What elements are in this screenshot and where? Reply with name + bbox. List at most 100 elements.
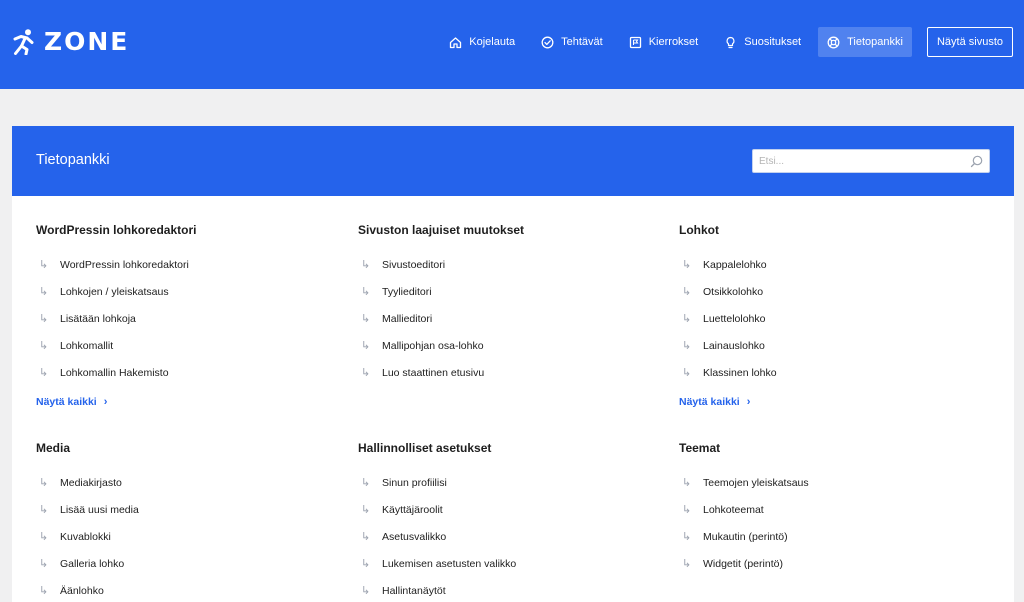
list-item-label: Kuvablokki — [60, 530, 111, 543]
list-item[interactable]: ↳ Lisätään lohkoja — [36, 305, 336, 332]
return-arrow-icon: ↳ — [361, 286, 371, 298]
nav-item-tehtavat[interactable]: Tehtävät — [532, 27, 612, 57]
section-list: ↳ Teemojen yleiskatsaus ↳ Lohkoteemat ↳ Muk… — [679, 469, 979, 577]
show-all-link[interactable]: Näytä kaikki › — [36, 396, 107, 408]
return-arrow-icon: ↳ — [682, 504, 692, 516]
list-item[interactable]: ↳ Käyttäjäroolit — [358, 496, 658, 523]
return-arrow-icon: ↳ — [39, 259, 49, 271]
list-item-label: Lohkojen / yleiskatsaus — [60, 285, 169, 298]
return-arrow-icon: ↳ — [39, 313, 49, 325]
list-item-label: Luettelolohko — [703, 312, 766, 325]
tour-icon — [629, 36, 641, 48]
section-list: ↳ Sinun profiilisi ↳ Käyttäjäroolit ↳ Asetu… — [358, 469, 658, 602]
section-title: WordPressin lohkoredaktori — [36, 223, 197, 237]
section-title: Sivuston laajuiset muutokset — [358, 223, 525, 237]
list-item-label: Mallieditori — [382, 312, 433, 325]
home-icon — [450, 36, 462, 48]
list-item[interactable]: ↳ Galleria lohko — [36, 550, 336, 577]
section-site-wide-changes: Sivuston laajuiset muutokset ↳ Sivustoedi… — [358, 222, 658, 386]
list-item-label: Teemojen yleiskatsaus — [703, 476, 809, 489]
list-item-label: Luo staattinen etusivu — [382, 366, 485, 379]
list-item[interactable]: ↳ Mallipohjan osa-lohko — [358, 332, 658, 359]
search-input[interactable] — [753, 150, 989, 172]
list-item-label: Lisätään lohkoja — [60, 312, 136, 325]
check-circle-icon — [541, 36, 554, 48]
return-arrow-icon: ↳ — [361, 558, 371, 570]
list-item[interactable]: ↳ Luettelolohko — [679, 305, 979, 332]
list-item[interactable]: ↳ Luo staattinen etusivu — [358, 359, 658, 386]
view-site-button[interactable]: Näytä sivusto — [926, 27, 1013, 57]
return-arrow-icon: ↳ — [682, 531, 692, 543]
panel-header: Tietopankki — [12, 126, 1014, 196]
list-item[interactable]: ↳ Klassinen lohko — [679, 359, 979, 386]
nav-item-suositukset[interactable]: Suositukset — [715, 27, 810, 57]
list-item[interactable]: ↳ Hallintanäytöt — [358, 577, 658, 602]
section-themes: Teemat ↳ Teemojen yleiskatsaus ↳ Lohkoteem… — [679, 440, 979, 577]
chevron-right-icon: › — [746, 396, 751, 408]
section-list: ↳ Mediakirjasto ↳ Lisää uusi media ↳ Kuvabl… — [36, 469, 336, 602]
section-title: Media — [36, 441, 71, 455]
section-list: ↳ Sivustoeditori ↳ Tyylieditori ↳ Malliedit… — [358, 251, 658, 386]
nav-item-kierrokset[interactable]: Kierrokset — [620, 27, 708, 57]
return-arrow-icon: ↳ — [39, 531, 49, 543]
list-item-label: Lohkomallin Hakemisto — [60, 366, 169, 379]
return-arrow-icon: ↳ — [39, 286, 49, 298]
page-title: Tietopankki — [36, 152, 110, 168]
return-arrow-icon: ↳ — [361, 367, 371, 379]
return-arrow-icon: ↳ — [682, 367, 692, 379]
list-item-label: Mediakirjasto — [60, 476, 122, 489]
logo[interactable]: ZONE — [12, 28, 129, 56]
list-item[interactable]: ↳ Otsikkolohko — [679, 278, 979, 305]
runner-icon — [13, 29, 34, 55]
return-arrow-icon: ↳ — [361, 340, 371, 352]
list-item[interactable]: ↳ Sinun profiilisi — [358, 469, 658, 496]
nav-item-label: Kierrokset — [648, 36, 699, 48]
list-item[interactable]: ↳ Mukautin (perintö) — [679, 523, 979, 550]
list-item-label: Widgetit (perintö) — [703, 557, 783, 570]
list-item[interactable]: ↳ Mediakirjasto — [36, 469, 336, 496]
return-arrow-icon: ↳ — [682, 313, 692, 325]
list-item[interactable]: ↳ Äänlohko — [36, 577, 336, 602]
chevron-right-icon: › — [103, 396, 108, 408]
search-icon[interactable] — [970, 155, 983, 168]
list-item[interactable]: ↳ Lisää uusi media — [36, 496, 336, 523]
nav-item-kojelauta[interactable]: Kojelauta — [440, 27, 524, 57]
list-item-label: Lisää uusi media — [60, 503, 139, 516]
show-all-link[interactable]: Näytä kaikki › — [679, 396, 750, 408]
list-item[interactable]: ↳ Lohkomallit — [36, 332, 336, 359]
list-item[interactable]: ↳ Lohkomallin Hakemisto — [36, 359, 336, 386]
list-item[interactable]: ↳ Lohkojen / yleiskatsaus — [36, 278, 336, 305]
list-item-label: Lohkoteemat — [703, 503, 764, 516]
list-item[interactable]: ↳ Teemojen yleiskatsaus — [679, 469, 979, 496]
list-item-label: Lohkomallit — [60, 339, 114, 352]
list-item[interactable]: ↳ Kappalelohko — [679, 251, 979, 278]
return-arrow-icon: ↳ — [39, 477, 49, 489]
return-arrow-icon: ↳ — [39, 558, 49, 570]
list-item-label: WordPressin lohkoredaktori — [60, 258, 189, 271]
list-item[interactable]: ↳ Tyylieditori — [358, 278, 658, 305]
section-list: ↳ WordPressin lohkoredaktori ↳ Lohkojen / … — [36, 251, 336, 386]
section-media: Media ↳ Mediakirjasto ↳ Lisää uusi media ↳… — [36, 440, 336, 602]
return-arrow-icon: ↳ — [39, 367, 49, 379]
search-box — [752, 149, 990, 173]
list-item[interactable]: ↳ Sivustoeditori — [358, 251, 658, 278]
list-item-label: Mallipohjan osa-lohko — [382, 339, 484, 352]
list-item[interactable]: ↳ Mallieditori — [358, 305, 658, 332]
list-item[interactable]: ↳ Lainauslohko — [679, 332, 979, 359]
knowledge-base-panel: Tietopankki WordPressin lohkoredaktori ↳… — [12, 126, 1014, 602]
section-title: Hallinnolliset asetukset — [358, 441, 492, 455]
list-item[interactable]: ↳ Lukemisen asetusten valikko — [358, 550, 658, 577]
return-arrow-icon: ↳ — [682, 558, 692, 570]
return-arrow-icon: ↳ — [682, 286, 692, 298]
return-arrow-icon: ↳ — [361, 259, 371, 271]
return-arrow-icon: ↳ — [361, 585, 371, 597]
return-arrow-icon: ↳ — [39, 504, 49, 516]
list-item[interactable]: ↳ Lohkoteemat — [679, 496, 979, 523]
list-item[interactable]: ↳ Asetusvalikko — [358, 523, 658, 550]
return-arrow-icon: ↳ — [361, 504, 371, 516]
nav-item-label: Tietopankki — [847, 36, 903, 48]
nav-item-tietopankki[interactable]: Tietopankki — [818, 27, 912, 57]
list-item[interactable]: ↳ Kuvablokki — [36, 523, 336, 550]
list-item[interactable]: ↳ Widgetit (perintö) — [679, 550, 979, 577]
list-item[interactable]: ↳ WordPressin lohkoredaktori — [36, 251, 336, 278]
